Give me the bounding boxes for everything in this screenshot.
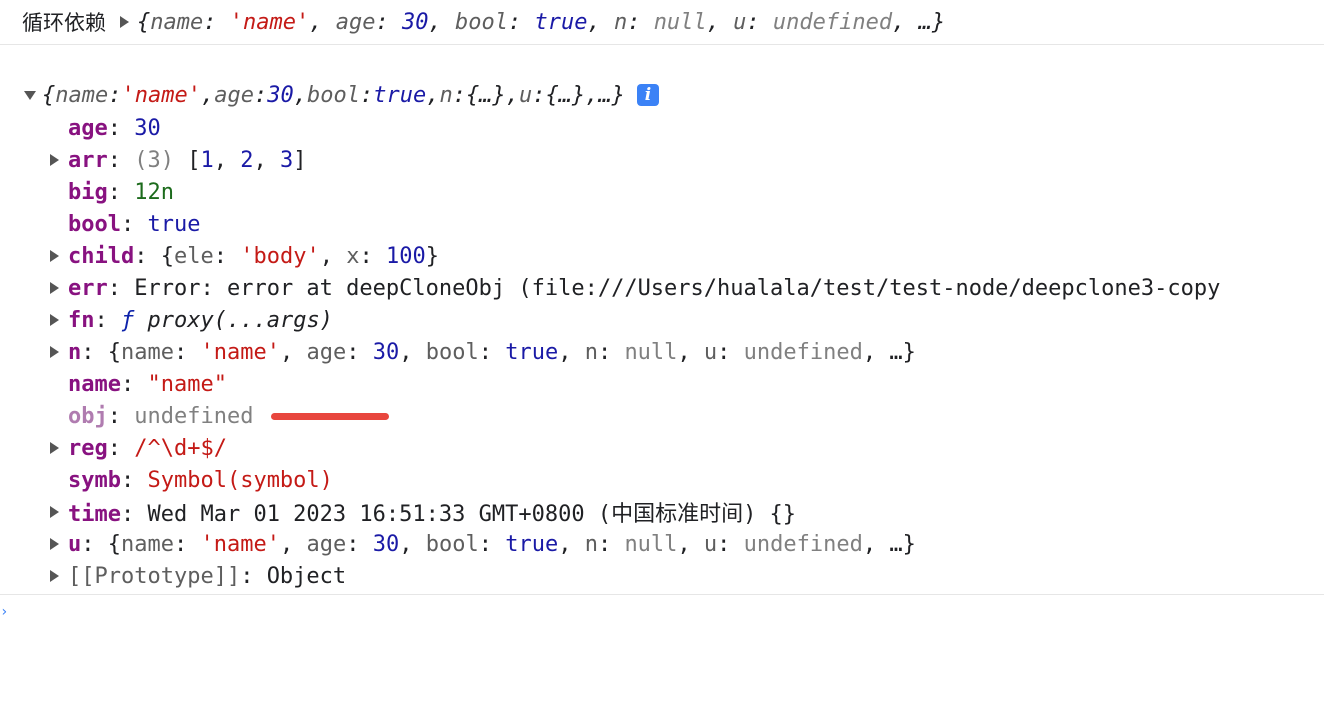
- prop-arr[interactable]: arr: (3) [1, 2, 3]: [0, 144, 1324, 176]
- prop-n[interactable]: n: {name: 'name', age: 30, bool: true, n…: [0, 336, 1324, 368]
- expand-triangle-icon[interactable]: [50, 250, 59, 262]
- summary-log-row: 循环依赖 {name: 'name', age: 30, bool: true,…: [0, 0, 1324, 45]
- summary-object-preview[interactable]: {name: 'name', age: 30, bool: true, n: n…: [137, 10, 945, 35]
- expand-triangle-icon[interactable]: [50, 154, 59, 166]
- prop-age: age: 30: [68, 115, 161, 141]
- prop-reg[interactable]: reg: /^\d+$/: [0, 432, 1324, 464]
- log-label: 循环依赖: [22, 11, 106, 35]
- red-annotation-underline: [271, 412, 390, 420]
- console-prompt-icon[interactable]: ›: [0, 604, 8, 620]
- expand-triangle-icon[interactable]: [50, 346, 59, 358]
- prop-err[interactable]: err: Error: error at deepCloneObj (file:…: [0, 272, 1324, 304]
- prop-symb: symb: Symbol(symbol): [68, 467, 333, 493]
- prop-fn[interactable]: fn: ƒ proxy(...args): [0, 304, 1324, 336]
- expand-triangle-icon[interactable]: [50, 442, 59, 454]
- prop-u[interactable]: u: {name: 'name', age: 30, bool: true, n…: [0, 528, 1324, 560]
- expanded-object: {name: 'name', age: 30, bool: true, n: {…: [0, 78, 1324, 592]
- expand-triangle-icon[interactable]: [50, 570, 59, 582]
- collapse-triangle-icon[interactable]: [24, 90, 36, 100]
- prop-big: big: 12n: [68, 179, 174, 205]
- expand-triangle-icon[interactable]: [50, 506, 59, 518]
- prop-child[interactable]: child: {ele: 'body', x: 100}: [0, 240, 1324, 272]
- object-header[interactable]: {name: 'name', age: 30, bool: true, n: {…: [0, 78, 1324, 112]
- prop-bool: bool: true: [68, 211, 201, 237]
- expand-triangle-icon[interactable]: [50, 538, 59, 550]
- prop-name: name: "name": [68, 371, 227, 397]
- prop-time[interactable]: time: Wed Mar 01 2023 16:51:33 GMT+0800 …: [0, 496, 1324, 528]
- console-separator: [0, 594, 1324, 595]
- prop-obj: obj: undefined: [0, 400, 1324, 432]
- expand-triangle-icon[interactable]: [50, 282, 59, 294]
- expand-triangle-icon[interactable]: [120, 16, 129, 28]
- prop-prototype[interactable]: [[Prototype]]: Object: [0, 560, 1324, 592]
- info-icon[interactable]: i: [636, 84, 659, 106]
- expand-triangle-icon[interactable]: [50, 314, 59, 326]
